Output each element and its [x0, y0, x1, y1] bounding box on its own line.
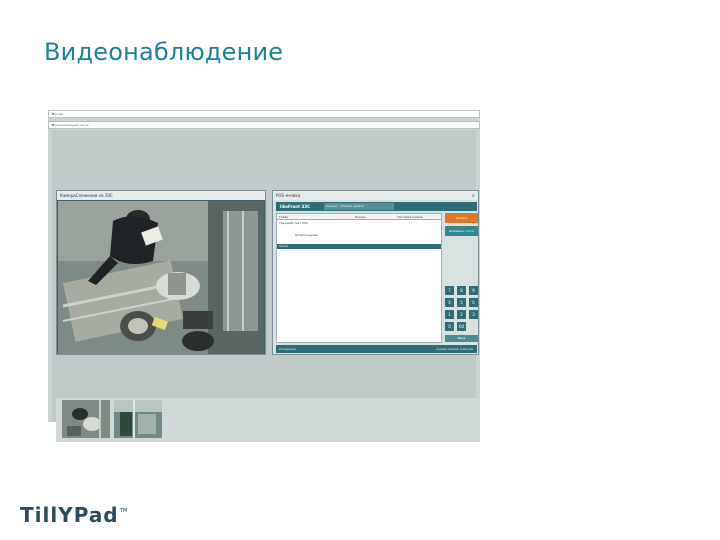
camera-thumbnail-strip: [56, 398, 480, 442]
table-row-selected[interactable]: Заказ: [277, 244, 441, 249]
enter-button[interactable]: Ввод: [445, 335, 478, 342]
camera-window-titlebar: КамераСлежения на ЗЗС: [57, 191, 265, 200]
chevron-down-icon: ▾: [52, 122, 55, 127]
svg-text:TillYPad: TillYPad: [20, 503, 119, 527]
svg-text:TM: TM: [119, 508, 127, 514]
pos-header: iikoFront ЗЗС Клиент - Оплата заказа: [276, 202, 477, 211]
column-header: Тестовая Сумма: [397, 215, 423, 219]
second-select-bar[interactable]: Дополнительная касса ▾: [48, 121, 480, 129]
pos-brand: iikoFront ЗЗС: [280, 204, 311, 209]
status-total: Сумма заказа: 0.00 руб.: [436, 347, 474, 351]
table-row[interactable]: Текущий счет ЗЗС: [277, 221, 441, 226]
order-table-header: Товар Кол-во Тестовая Сумма: [277, 214, 441, 220]
key-3[interactable]: 3: [469, 310, 478, 319]
key-7[interactable]: 7: [445, 286, 454, 295]
tillypad-logo: TillYPad TM: [20, 502, 130, 528]
pos-hint: Клиент - Оплата заказа: [324, 203, 394, 210]
pos-window-title: POS-ячейка: [276, 193, 301, 198]
key-6[interactable]: 6: [469, 298, 478, 307]
camera-feed-image: [58, 201, 264, 354]
add-guest-button[interactable]: Добавить гостя: [445, 226, 478, 236]
pos-window[interactable]: POS-ячейка × iikoFront ЗЗС Клиент - Опла…: [272, 190, 479, 355]
key-4[interactable]: 4: [445, 298, 454, 307]
pos-status-bar: Ожидание Сумма заказа: 0.00 руб.: [276, 345, 477, 353]
key-9[interactable]: 9: [469, 286, 478, 295]
top-select-bar[interactable]: Кассир ▾: [48, 110, 480, 118]
camera-thumbnail[interactable]: [114, 400, 162, 438]
video-area: КамераСлежения на ЗЗС POS-ячейка × iikoF…: [52, 130, 480, 442]
key-1[interactable]: 1: [445, 310, 454, 319]
camera-window-title: КамераСлежения на ЗЗС: [60, 193, 113, 198]
pos-window-titlebar: POS-ячейка ×: [273, 191, 478, 200]
key-8[interactable]: 8: [457, 286, 466, 295]
camera-thumbnail[interactable]: [62, 400, 110, 438]
slide-title: Видеонаблюдение: [44, 38, 284, 66]
status-text: Ожидание: [279, 347, 296, 351]
pay-button[interactable]: Оплата: [445, 213, 478, 223]
key-2[interactable]: 2: [457, 310, 466, 319]
chevron-down-icon: ▾: [52, 111, 55, 116]
close-icon[interactable]: ×: [472, 191, 475, 200]
key-00[interactable]: 00: [457, 322, 466, 331]
app-screenshot: Кассир ▾ Дополнительная касса ▾ КамераСл…: [48, 110, 480, 442]
table-row[interactable]: Оплата заказа: [277, 233, 441, 238]
key-5[interactable]: 5: [457, 298, 466, 307]
key-0[interactable]: 0: [445, 322, 454, 331]
camera-window[interactable]: КамераСлежения на ЗЗС: [56, 190, 266, 355]
column-header: Кол-во: [355, 215, 366, 219]
order-table: Товар Кол-во Тестовая Сумма Текущий счет…: [276, 213, 442, 343]
column-header: Товар: [279, 215, 289, 219]
